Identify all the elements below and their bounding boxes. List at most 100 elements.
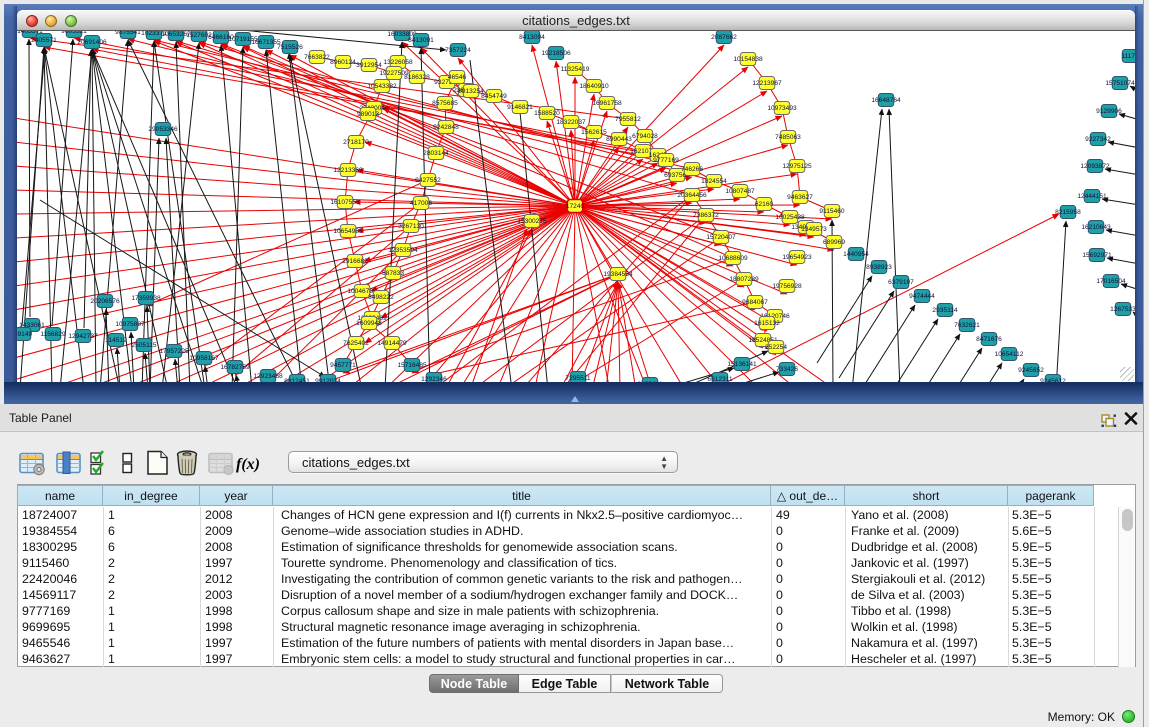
svg-text:15751074: 15751074 [1105,80,1135,87]
svg-text:3498222: 3498222 [368,294,394,301]
svg-text:15716485: 15716485 [397,362,427,369]
svg-text:6794028: 6794028 [632,133,658,140]
svg-text:7485063: 7485063 [775,134,801,141]
svg-text:6379197: 6379197 [888,279,914,286]
svg-text:19384554: 19384554 [603,271,633,278]
svg-text:10543382: 10543382 [367,83,397,90]
svg-text:8454749: 8454749 [481,93,507,100]
svg-text:39149: 39149 [17,331,32,338]
svg-text:15720407: 15720407 [706,234,736,241]
svg-text:587833: 587833 [382,270,404,277]
svg-text:7632621: 7632621 [954,322,980,329]
svg-text:9474444: 9474444 [909,293,935,300]
svg-text:1562615: 1562615 [581,129,607,136]
svg-text:18807289: 18807289 [729,276,759,283]
svg-text:7357224: 7357224 [445,47,471,54]
svg-text:114519: 114519 [105,337,127,344]
svg-text:3912954: 3912954 [356,62,382,69]
svg-text:3267130: 3267130 [398,223,424,230]
svg-text:19756928: 19756928 [772,283,802,290]
svg-text:12923468: 12923468 [253,373,283,380]
svg-text:13226058: 13226058 [383,59,413,66]
svg-text:18322037: 18322037 [556,119,586,126]
svg-text:15136141: 15136141 [727,361,757,368]
svg-text:9684067: 9684067 [742,299,768,306]
svg-text:17240: 17240 [566,203,585,210]
svg-text:7663822: 7663822 [304,54,330,61]
svg-text:10958167: 10958167 [189,355,219,362]
svg-text:9777169: 9777169 [653,157,679,164]
svg-text:9129906: 9129906 [1096,108,1122,115]
svg-text:9245612: 9245612 [1040,378,1066,382]
svg-text:16648764: 16648764 [871,97,901,104]
svg-text:1349573: 1349573 [801,226,827,233]
svg-text:20364456: 20364456 [677,192,707,199]
svg-text:16107553: 16107553 [330,199,360,206]
svg-text:10154838: 10154838 [733,56,763,63]
svg-text:29053346: 29053346 [148,126,178,133]
svg-text:2405571: 2405571 [31,37,57,44]
svg-text:8123411: 8123411 [637,381,663,382]
svg-text:9146821: 9146821 [507,104,533,111]
svg-text:8413094: 8413094 [519,34,545,41]
svg-text:f(x): f(x) [236,456,260,473]
svg-text:9605521: 9605521 [61,31,87,35]
svg-text:9245652: 9245652 [1018,367,1044,374]
svg-text:8938923: 8938923 [866,264,892,271]
svg-text:1609948: 1609948 [356,320,382,327]
svg-text:8990443: 8990443 [606,136,632,143]
svg-text:7295511: 7295511 [565,375,591,382]
svg-text:12093872: 12093872 [1080,163,1110,170]
svg-text:17359938: 17359938 [131,295,161,302]
svg-text:1156829: 1156829 [40,331,66,338]
svg-text:9115460: 9115460 [819,208,845,215]
svg-text:17016504: 17016504 [1096,278,1126,285]
svg-text:8186328: 8186328 [404,74,430,81]
svg-text:7386372: 7386372 [693,212,719,219]
svg-text:7625402: 7625402 [343,340,369,347]
svg-text:16210643: 16210643 [1081,224,1111,231]
svg-text:8960124: 8960124 [330,59,356,66]
svg-text:2505115: 2505115 [131,342,157,349]
svg-text:8913254: 8913254 [458,88,484,95]
svg-text:16782759: 16782759 [220,364,250,371]
svg-text:2087662: 2087662 [711,34,737,41]
svg-text:10654985: 10654985 [333,228,363,235]
svg-text:12444151: 12444151 [1077,193,1107,200]
svg-text:19654923: 19654923 [782,254,812,261]
svg-text:9463627: 9463627 [787,194,813,201]
svg-text:15692971: 15692971 [1082,252,1112,259]
svg-text:11325419: 11325419 [561,66,590,73]
svg-text:8812451: 8812451 [284,378,310,382]
svg-text:20206576: 20206576 [90,298,120,305]
svg-text:12975125: 12975125 [782,163,812,170]
svg-text:7515526: 7515526 [277,44,303,51]
svg-text:1615132: 1615132 [754,320,780,327]
svg-text:8413091: 8413091 [408,37,434,44]
svg-text:6612311: 6612311 [707,376,733,382]
svg-text:9457771: 9457771 [330,362,356,369]
svg-text:417006: 417006 [410,200,432,207]
svg-text:10975887: 10975887 [115,321,145,328]
svg-text:2803144: 2803144 [423,150,449,157]
svg-text:1292346: 1292346 [421,376,447,382]
svg-text:46546: 46546 [448,74,467,81]
svg-text:14914479: 14914479 [377,340,407,347]
svg-text:746266: 746266 [681,166,703,173]
svg-text:8575685: 8575685 [432,100,458,107]
svg-text:10807487: 10807487 [725,188,755,195]
svg-text:8471676: 8471676 [976,336,1002,343]
svg-text:1440954: 1440954 [843,251,869,258]
svg-text:1916682: 1916682 [342,258,368,265]
svg-text:7955812: 7955812 [615,116,641,123]
svg-text:1824554: 1824554 [701,178,727,185]
svg-text:16961758: 16961758 [592,100,622,107]
svg-text:8215958: 8215958 [1055,209,1081,216]
svg-text:20691406: 20691406 [77,39,107,46]
svg-text:19218506: 19218506 [541,50,571,57]
svg-text:9242848: 9242848 [433,124,459,131]
svg-text:1267533: 1267533 [1110,306,1135,313]
svg-text:2718170: 2718170 [343,139,369,146]
svg-text:252254: 252254 [765,344,787,351]
svg-text:12942737: 12942737 [68,333,98,340]
